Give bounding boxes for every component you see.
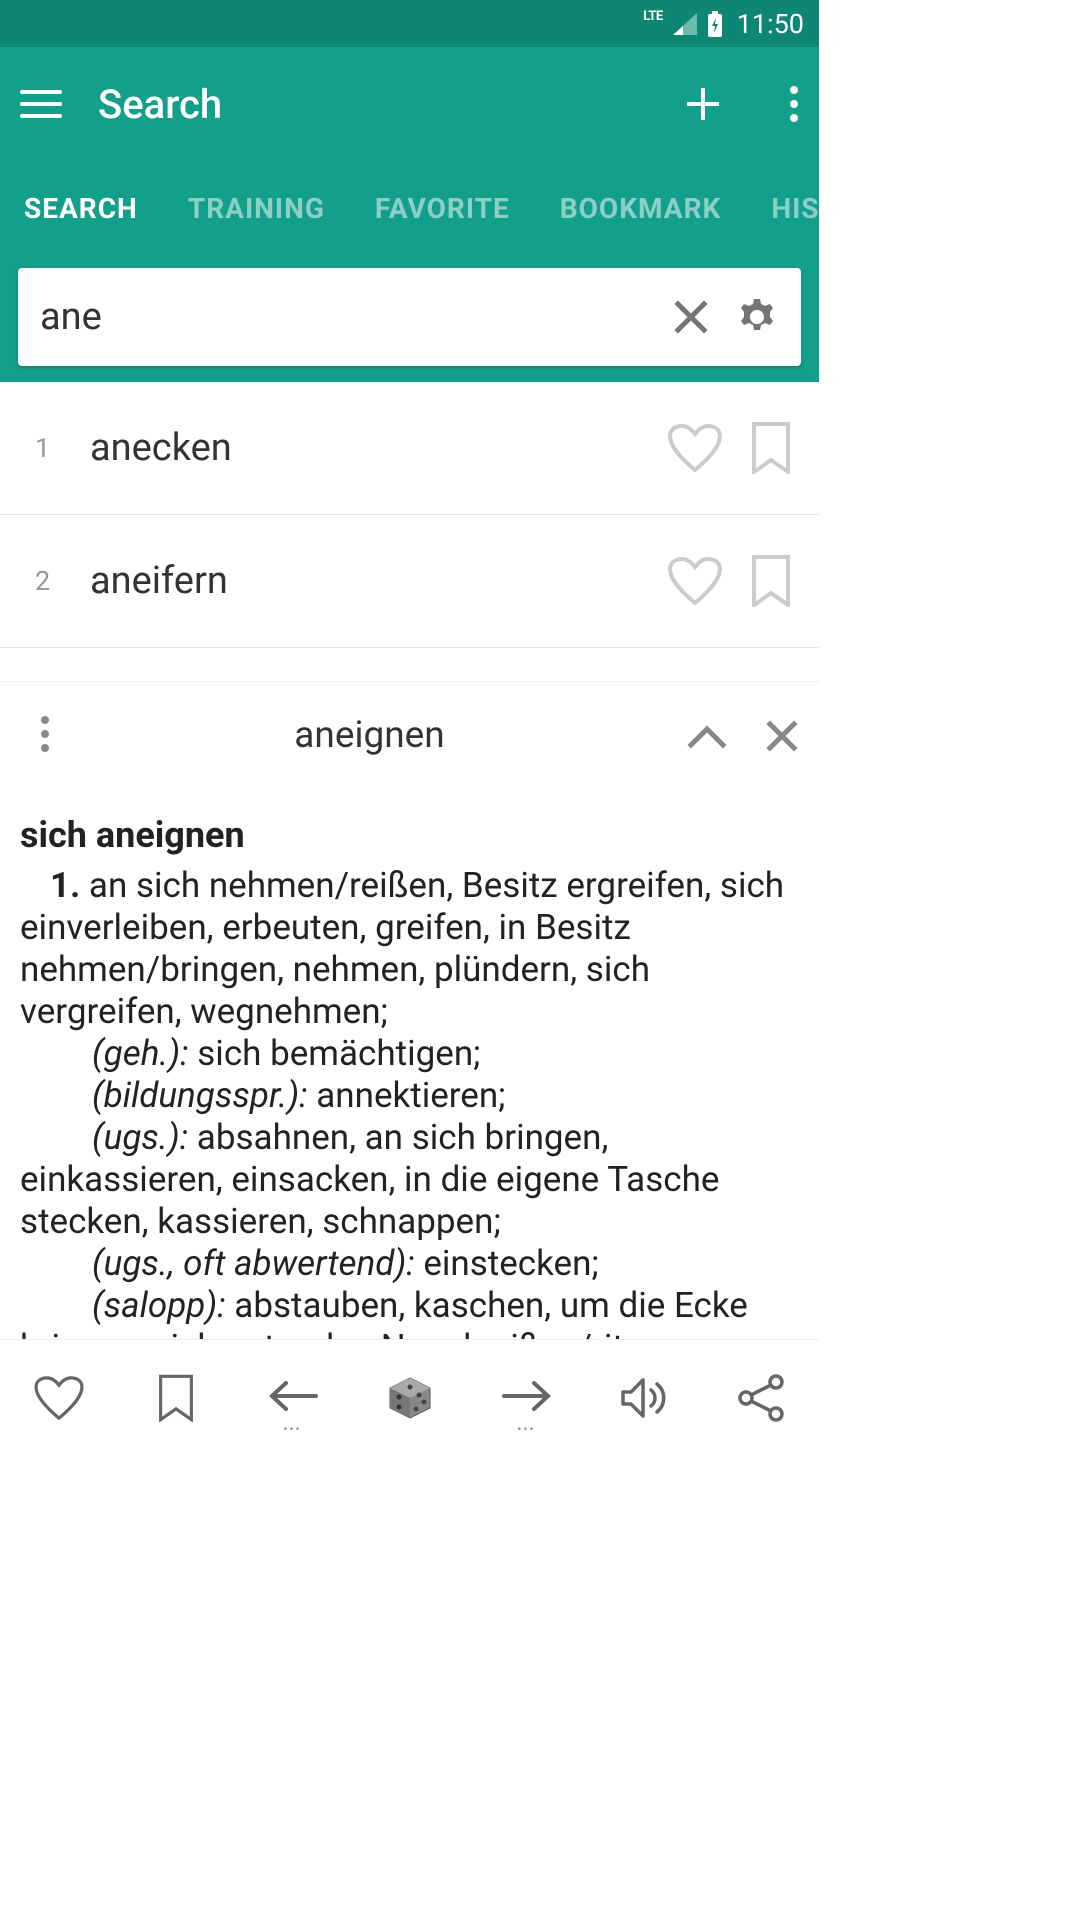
tab-bar: SEARCH TRAINING FAVORITE BOOKMARK HISTOR… [0,161,819,255]
tab-search[interactable]: SEARCH [24,192,138,225]
article-title: aneignen [90,714,669,757]
bookmark-button[interactable] [146,1368,206,1428]
register-label: (geh.): [92,1033,189,1074]
search-input[interactable] [40,295,647,339]
results-list: 1 anecken 2 aneifern [0,382,819,648]
definition-sub: (geh.): sich bemächtigen; [92,1033,799,1075]
result-number: 2 [35,565,90,597]
definition-text: an sich nehmen/reißen, Besitz ergreifen,… [20,865,784,1032]
register-text: einstecken; [415,1243,599,1284]
register-label: (salopp): [92,1285,226,1326]
article-header: aneignen [0,681,819,789]
article-overflow-icon[interactable] [0,714,90,758]
search-wrap [0,255,819,382]
tab-favorite[interactable]: FAVORITE [375,192,510,225]
article-headword: sich aneignen [20,814,799,857]
tab-bookmark[interactable]: BOOKMARK [560,192,722,225]
settings-icon[interactable] [735,295,779,339]
bookmark-icon[interactable] [743,420,799,476]
favorite-button[interactable] [29,1368,89,1428]
tab-training[interactable]: TRAINING [188,192,325,225]
forward-button[interactable]: ••• [497,1368,557,1428]
speak-button[interactable] [614,1368,674,1428]
favorite-icon[interactable] [667,553,723,609]
signal-icon [673,13,697,35]
favorite-icon[interactable] [667,420,723,476]
register-label: (ugs.): [92,1117,188,1158]
result-word: aneifern [90,559,647,603]
result-row[interactable]: 1 anecken [0,382,819,515]
collapse-icon[interactable] [669,698,744,773]
bookmark-icon[interactable] [743,553,799,609]
dots-indicator: ••• [517,1422,535,1436]
result-word: anecken [90,426,647,470]
share-button[interactable] [731,1368,791,1428]
definition-sub: (bildungsspr.): annektieren; [92,1075,799,1117]
back-button[interactable]: ••• [263,1368,323,1428]
definition-sub: (ugs., oft abwertend): einstecken; [92,1243,799,1285]
result-row[interactable]: 2 aneifern [0,515,819,648]
app-title: Search [98,81,647,128]
add-icon[interactable] [683,84,723,124]
overflow-menu-icon[interactable] [789,84,799,124]
definition-block: 1. an sich nehmen/reißen, Besitz ergreif… [20,865,799,1033]
article-panel: aneignen sich aneignen 1. an sich nehmen… [0,681,819,1379]
register-text: annektieren; [308,1075,506,1116]
status-bar: LTE 11:50 [0,0,819,47]
clear-icon[interactable] [669,295,713,339]
close-icon[interactable] [744,698,819,773]
definition-sub: (ugs.): absahnen, an sich bringen, einka… [20,1117,799,1243]
tab-history[interactable]: HISTORY [771,192,819,225]
article-body: sich aneignen 1. an sich nehmen/reißen, … [0,789,819,1379]
dots-indicator: ••• [283,1422,301,1436]
hamburger-icon[interactable] [20,83,62,125]
bottom-bar: ••• ••• [0,1339,819,1456]
random-button[interactable] [380,1368,440,1428]
app-bar: Search [0,47,819,161]
search-box [18,268,801,366]
register-label: (bildungsspr.): [92,1075,308,1116]
definition-number: 1. [50,865,80,906]
result-number: 1 [35,432,90,464]
register-text: sich bemächtigen; [189,1033,481,1074]
register-label: (ugs., oft abwertend): [92,1243,415,1284]
battery-charging-icon [707,11,723,37]
clock-time: 11:50 [737,8,804,40]
lte-label: LTE [643,9,662,24]
